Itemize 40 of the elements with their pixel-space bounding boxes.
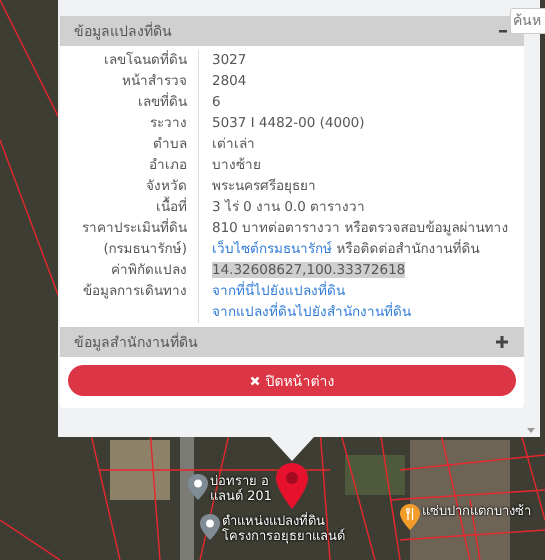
field-label: เนื้อที่ (60, 197, 199, 218)
field-label: เลขที่ดิน (60, 92, 199, 113)
field-label: จังหวัด (60, 176, 199, 197)
close-icon (250, 376, 260, 386)
field-label: เลขโฉนดที่ดิน (60, 50, 199, 71)
crop-field (345, 455, 405, 495)
plus-icon[interactable] (496, 336, 508, 348)
section-title: ข้อมูลแปลงที่ดิน (74, 20, 172, 42)
website-link[interactable]: เว็บไซต์กรมธนารักษ์ (212, 241, 332, 257)
close-window-button[interactable]: ปิดหน้าต่าง (68, 365, 516, 396)
place-pin-icon[interactable] (188, 474, 208, 500)
location-pin-icon (276, 463, 308, 509)
place-pin-icon[interactable] (200, 514, 220, 540)
satellite-map[interactable] (0, 0, 545, 560)
search-field[interactable]: ค้นห (510, 8, 545, 34)
scroll-down-arrow-icon[interactable] (527, 428, 535, 433)
field-value: 6 (211, 93, 222, 112)
section-title: ข้อมูลสำนักงานที่ดิน (74, 331, 198, 353)
fork-knife-pin-icon[interactable] (400, 504, 420, 530)
field-label: ข้อมูลการเดินทาง (60, 281, 199, 323)
field-label: ค่าพิกัดแปลง (60, 260, 199, 281)
directions-link[interactable]: จากแปลงที่ดินไปยังสำนักงานที่ดิน (212, 302, 411, 323)
field-label: หน้าสำรวจ (60, 71, 199, 92)
field-value: 14.32608627,100.33372618 (211, 261, 406, 280)
bare-field (110, 440, 170, 500)
field-value: 5037 I 4482-00 (4000) (211, 114, 366, 133)
field-label: ราคาประเมินที่ดิน (กรมธนารักษ์) (60, 218, 199, 260)
popup-pointer (270, 437, 314, 461)
field-value: บางซ้าย (211, 156, 262, 175)
field-value: 3027 (211, 51, 248, 70)
field-value: 2804 (211, 72, 248, 91)
field-label: อำเภอ (60, 155, 199, 176)
field-label: ตำบล (60, 134, 199, 155)
section-header[interactable]: ข้อมูลสำนักงานที่ดิน (60, 327, 524, 357)
field-value: พระนครศรีอยุธยา (211, 177, 317, 196)
field-value: เต่าเล่า (211, 135, 256, 154)
directions-link[interactable]: จากที่นี่ไปยังแปลงที่ดิน (212, 281, 345, 302)
field-label: ระวาง (60, 113, 199, 134)
field-value: 3 ไร่ 0 งาน 0.0 ตารางวา (211, 198, 366, 217)
field-value: 810 บาทต่อตารางวา หรือตรวจสอบข้อมูลผ่านทาง เว็บไซต์กรมธนารักษ์ หรือติดต่อสำนักงานที่ดิน (211, 219, 510, 259)
